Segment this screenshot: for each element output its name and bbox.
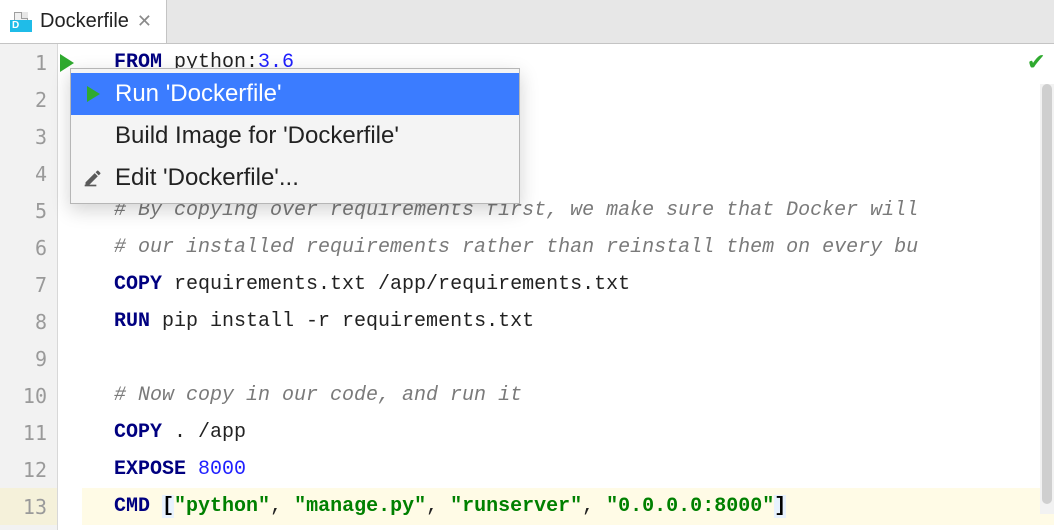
vertical-scrollbar[interactable]	[1040, 84, 1054, 514]
code-line[interactable]: # our installed requirements rather than…	[82, 229, 1054, 266]
code-line[interactable]: RUN pip install -r requirements.txt	[82, 303, 1054, 340]
line-number: 10	[0, 377, 57, 414]
edit-icon	[81, 166, 105, 190]
line-number: 4	[0, 155, 57, 192]
line-number: 6	[0, 229, 57, 266]
line-number: 9	[0, 340, 57, 377]
line-number: 13	[0, 488, 57, 525]
blank-icon	[81, 124, 105, 148]
run-icon	[81, 82, 105, 106]
line-number-gutter: 12345678910111213	[0, 44, 58, 530]
code-line[interactable]: # Now copy in our code, and run it	[82, 377, 1054, 414]
context-menu-item-label: Run 'Dockerfile'	[115, 80, 282, 108]
tab-bar: D Dockerfile ✕	[0, 0, 1054, 44]
dockerfile-icon: D	[10, 12, 32, 32]
code-line[interactable]: EXPOSE 8000	[82, 451, 1054, 488]
context-menu-item-label: Build Image for 'Dockerfile'	[115, 122, 399, 150]
context-menu[interactable]: Run 'Dockerfile' Build Image for 'Dockerf…	[70, 68, 520, 204]
tab-title: Dockerfile	[40, 10, 129, 33]
context-menu-item[interactable]: Build Image for 'Dockerfile'	[71, 115, 519, 157]
code-line[interactable]: COPY . /app	[82, 414, 1054, 451]
validation-ok-icon: ✔	[1028, 46, 1044, 77]
editor-tab[interactable]: D Dockerfile ✕	[0, 0, 167, 43]
line-number: 5	[0, 192, 57, 229]
line-number: 12	[0, 451, 57, 488]
line-number: 8	[0, 303, 57, 340]
context-menu-item[interactable]: Edit 'Dockerfile'...	[71, 157, 519, 199]
line-number: 2	[0, 81, 57, 118]
context-menu-item[interactable]: Run 'Dockerfile'	[71, 73, 519, 115]
line-number: 7	[0, 266, 57, 303]
code-line[interactable]	[82, 340, 1054, 377]
scrollbar-thumb[interactable]	[1042, 84, 1052, 504]
code-line[interactable]: CMD ["python", "manage.py", "runserver",…	[82, 488, 1054, 525]
line-number: 1	[0, 44, 57, 81]
context-menu-item-label: Edit 'Dockerfile'...	[115, 164, 299, 192]
code-line[interactable]: COPY requirements.txt /app/requirements.…	[82, 266, 1054, 303]
close-icon[interactable]: ✕	[137, 11, 152, 32]
line-number: 3	[0, 118, 57, 155]
line-number: 11	[0, 414, 57, 451]
